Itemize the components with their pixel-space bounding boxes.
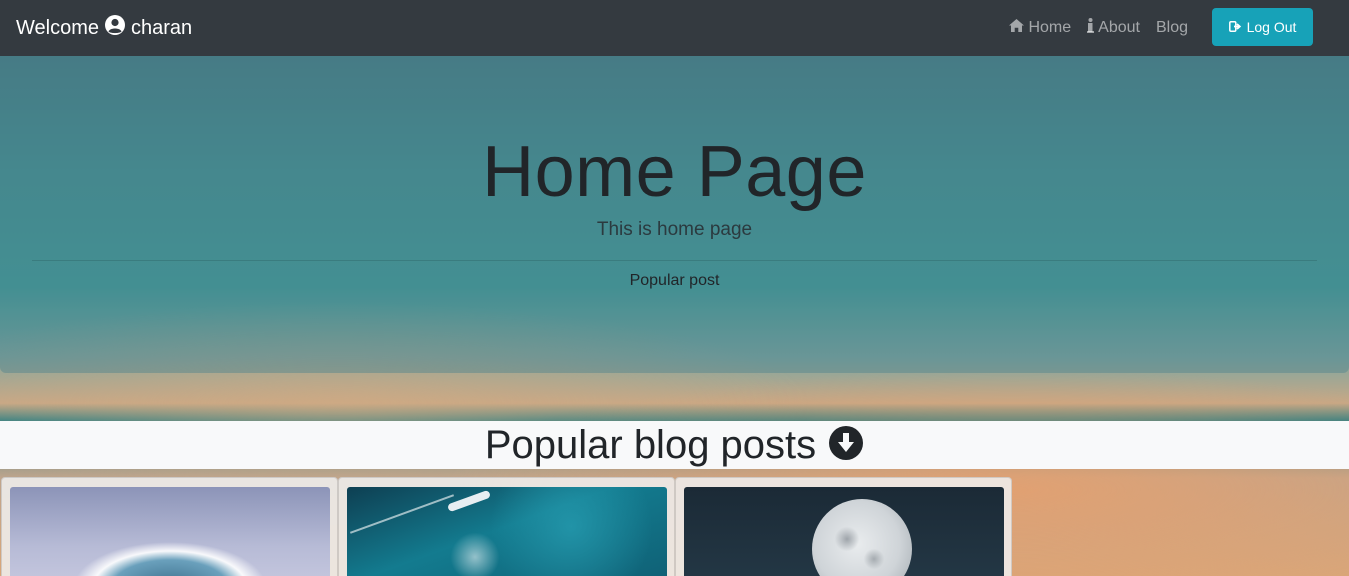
brand[interactable]: Welcome charan: [16, 14, 192, 42]
nav-link-label: Home: [1028, 19, 1072, 36]
home-icon: [1009, 19, 1025, 37]
blog-card: [338, 477, 675, 576]
nav-link-label: About: [1098, 19, 1140, 36]
logout-button[interactable]: Log Out: [1212, 8, 1313, 46]
section-heading-text: Popular blog posts: [484, 422, 817, 467]
info-icon: [1087, 18, 1095, 38]
popular-post-link[interactable]: Popular post: [0, 272, 1349, 290]
boat-sea-image[interactable]: [347, 487, 667, 576]
page-subtitle: This is home page: [596, 219, 753, 240]
navbar: Welcome charan Home About Blog Log Out: [0, 0, 1349, 56]
arrow-circle-down-icon: [828, 425, 864, 466]
nav-links: Home About Blog: [1009, 18, 1188, 38]
boat-wake: [349, 494, 455, 534]
divider: [32, 260, 1317, 261]
nav-link-home[interactable]: Home: [1009, 18, 1071, 38]
wave-image[interactable]: [10, 487, 330, 576]
page-title: Home Page: [482, 132, 867, 212]
moon-image[interactable]: [684, 487, 1004, 576]
jumbotron: Home Page This is home page Popular post: [0, 56, 1349, 373]
section-heading: Popular blog posts: [0, 421, 1349, 469]
moon: [812, 499, 912, 576]
welcome-text: Welcome: [16, 16, 99, 39]
boat: [446, 489, 492, 513]
blog-card: [675, 477, 1012, 576]
sign-out-icon: [1228, 19, 1242, 35]
user-circle-icon: [104, 14, 126, 42]
logout-label: Log Out: [1246, 19, 1297, 35]
nav-link-blog[interactable]: Blog: [1156, 18, 1188, 38]
username: charan: [131, 16, 193, 39]
blog-card: [1, 477, 338, 576]
nav-link-label: Blog: [1155, 19, 1188, 36]
nav-link-about[interactable]: About: [1087, 18, 1140, 38]
